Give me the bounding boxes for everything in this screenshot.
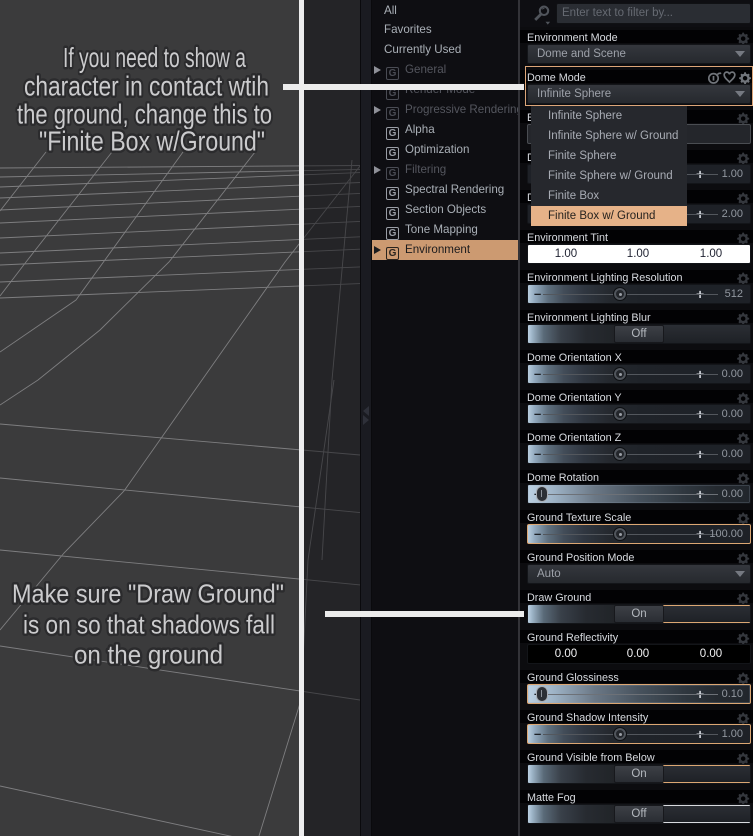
svg-text:"Finite Box w/Ground": "Finite Box w/Ground" (39, 126, 265, 157)
svg-text:If you need to show a: If you need to show a (63, 42, 246, 73)
svg-text:character in contact wtih: character in contact wtih (24, 71, 269, 102)
svg-text:Make sure "Draw Ground": Make sure "Draw Ground" (12, 579, 284, 609)
svg-text:on the ground: on the ground (74, 640, 223, 670)
svg-text:is on so that shadows fall: is on so that shadows fall (23, 610, 275, 640)
